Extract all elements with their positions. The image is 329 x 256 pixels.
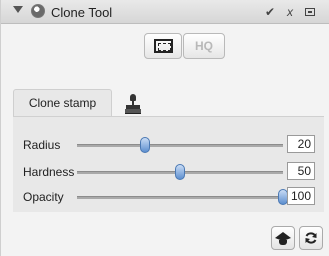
learn-button[interactable] (271, 226, 295, 250)
hardness-slider-handle[interactable] (175, 164, 185, 180)
panel-titlebar: Clone Tool ✔ x (1, 0, 329, 24)
hardness-label: Hardness (23, 165, 75, 179)
clone-tool-panel: Clone Tool ✔ x HQ Clone stamp Radius 20 … (0, 0, 329, 256)
hardness-slider[interactable] (77, 164, 283, 180)
float-panel-icon[interactable] (303, 5, 317, 19)
radius-row: Radius 20 (13, 135, 324, 155)
apply-check-icon[interactable]: ✔ (263, 5, 277, 19)
tab-stamp[interactable] (117, 91, 149, 116)
hardness-value-field[interactable]: 50 (287, 162, 315, 180)
tab-clone-stamp[interactable]: Clone stamp (13, 89, 112, 117)
panel-title: Clone Tool (51, 5, 113, 20)
hardness-row: Hardness 50 (13, 162, 324, 182)
reset-icon (305, 232, 317, 244)
collapse-arrow-icon[interactable] (13, 6, 23, 13)
hq-button[interactable]: HQ (183, 33, 225, 59)
radius-slider-handle[interactable] (139, 137, 150, 153)
stamp-icon (125, 94, 141, 114)
clone-selection-button[interactable] (144, 33, 182, 59)
screen-selection-icon (154, 39, 173, 53)
opacity-slider[interactable] (77, 189, 288, 205)
radius-value-field[interactable]: 20 (287, 135, 315, 153)
radius-slider[interactable] (77, 137, 283, 153)
reset-button[interactable] (299, 226, 323, 250)
opacity-row: Opacity 100 (13, 187, 324, 207)
opacity-label: Opacity (23, 190, 64, 204)
radius-label: Radius (23, 138, 61, 152)
opacity-value-field[interactable]: 100 (287, 187, 315, 205)
tool-tabs: Clone stamp (13, 89, 324, 117)
gimp-dock-icon (31, 4, 45, 18)
clone-settings: Radius 20 Hardness 50 Opacity 100 (13, 116, 324, 212)
close-icon[interactable]: x (283, 5, 297, 19)
graduation-cap-icon (275, 232, 291, 245)
